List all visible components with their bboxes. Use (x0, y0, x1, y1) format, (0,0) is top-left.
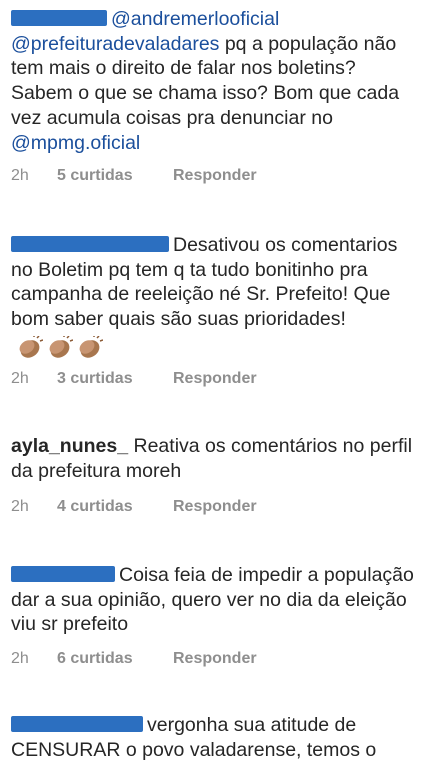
comment-4: Coisa feia de impedir a população dar a … (11, 563, 419, 667)
comment-time: 2h (11, 498, 29, 515)
clapping-hands-icon (79, 335, 103, 358)
reply-button[interactable]: Responder (173, 498, 257, 516)
comment-time: 2h (11, 167, 29, 184)
comment-time: 2h (11, 650, 29, 667)
mention-link[interactable]: @prefeituradevaladares (11, 33, 219, 55)
comment-2: Desativou os comentarios no Boletim pq t… (11, 233, 419, 387)
likes-count[interactable]: 4 curtidas (57, 498, 173, 516)
mention-link[interactable]: @mpmg.oficial (11, 132, 140, 154)
censored-username (11, 716, 143, 732)
comment-meta: 2h 5 curtidas Responder (11, 167, 257, 185)
comment-meta: 2h 4 curtidas Responder (11, 498, 257, 516)
reply-button[interactable]: Responder (173, 167, 257, 185)
likes-count[interactable]: 5 curtidas (57, 167, 173, 185)
comment-username[interactable]: ayla_nunes_ (11, 435, 128, 457)
reply-button[interactable]: Responder (173, 650, 257, 668)
censored-username (11, 10, 107, 26)
comment-3: ayla_nunes_ Reativa os comentários no pe… (11, 434, 419, 515)
likes-count[interactable]: 3 curtidas (57, 370, 173, 388)
reply-button[interactable]: Responder (173, 370, 257, 388)
comment-meta: 2h 3 curtidas Responder (11, 370, 257, 388)
comment-1: @andremerlooficial @prefeituradevaladare… (11, 7, 419, 184)
comment-meta: 2h 6 curtidas Responder (11, 650, 257, 668)
comment-5: vergonha sua atitude de CENSURAR o povo … (11, 713, 419, 762)
comment-time: 2h (11, 370, 29, 387)
likes-count[interactable]: 6 curtidas (57, 650, 173, 668)
clapping-hands-icon (49, 335, 73, 358)
mention-link[interactable]: @andremerlooficial (111, 8, 279, 30)
censored-username (11, 566, 115, 582)
censored-username (11, 236, 169, 252)
clapping-hands-icon (19, 335, 43, 358)
emoji-group (17, 335, 107, 360)
